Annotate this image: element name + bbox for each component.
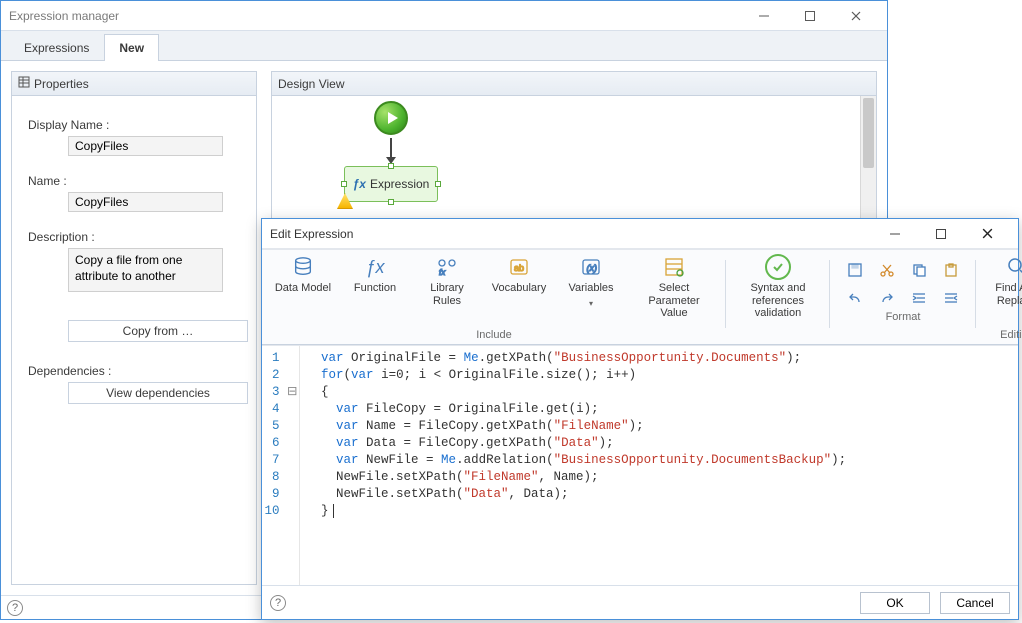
select-parameter-value-button[interactable]: Select Parameter Value [634, 256, 714, 320]
edit-window-title: Edit Expression [270, 227, 872, 241]
variables-button[interactable]: (x) Variables ▾ [562, 256, 620, 308]
cancel-button[interactable]: Cancel [940, 592, 1010, 614]
cut-icon[interactable] [876, 260, 898, 280]
svg-text:fx: fx [439, 268, 446, 277]
edit-close-button[interactable] [964, 219, 1010, 249]
tab-expressions[interactable]: Expressions [9, 34, 104, 61]
chevron-down-icon: ▾ [589, 299, 593, 308]
data-model-button[interactable]: Data Model [274, 256, 332, 295]
save-icon[interactable] [844, 260, 866, 280]
edit-titlebar: Edit Expression [262, 219, 1018, 249]
outer-window-title: Expression manager [9, 9, 741, 23]
minimize-button[interactable] [741, 1, 787, 31]
node-handle-w[interactable] [341, 181, 347, 187]
library-rules-button[interactable]: fx Library Rules [418, 256, 476, 307]
close-button[interactable] [833, 1, 879, 31]
include-caption: Include [476, 328, 511, 342]
node-handle-e[interactable] [435, 181, 441, 187]
edit-help-icon[interactable]: ? [270, 595, 286, 611]
vocabulary-icon: ab [505, 256, 533, 278]
expression-node-label: Expression [370, 177, 429, 191]
ribbon: Data Model ƒx Function fx Library Rules [262, 249, 1018, 345]
parameter-icon [660, 256, 688, 278]
design-view-header: Design View [272, 72, 876, 96]
start-node[interactable] [374, 101, 408, 135]
editing-caption: Editing [1000, 328, 1022, 342]
warning-icon [337, 193, 353, 209]
svg-text:ab: ab [514, 263, 524, 273]
node-handle-n[interactable] [388, 163, 394, 169]
format-caption: Format [886, 310, 921, 324]
check-circle-icon [764, 256, 792, 278]
ribbon-group-include: Data Model ƒx Function fx Library Rules [262, 250, 726, 344]
display-name-input[interactable]: CopyFiles [68, 136, 223, 156]
name-input[interactable]: CopyFiles [68, 192, 223, 212]
tab-new[interactable]: New [104, 34, 159, 61]
variables-icon: (x) [577, 256, 605, 278]
syntax-validation-button[interactable]: Syntax and references validation [738, 256, 818, 320]
ribbon-group-validation: Syntax and references validation [726, 250, 830, 344]
redo-icon[interactable] [876, 288, 898, 308]
description-input[interactable]: Copy a file from one attribute to anothe… [68, 248, 223, 292]
grid-icon [18, 76, 30, 91]
ribbon-group-format: Format [830, 250, 976, 344]
indent-left-icon[interactable] [940, 288, 962, 308]
function-button[interactable]: ƒx Function [346, 256, 404, 295]
help-icon[interactable]: ? [7, 600, 23, 616]
search-icon [1003, 256, 1022, 278]
edit-expression-window: Edit Expression Data Model ƒx [261, 218, 1019, 620]
edit-minimize-button[interactable] [872, 219, 918, 249]
editor-code[interactable]: var OriginalFile = Me.getXPath("Business… [300, 346, 1018, 585]
copy-icon[interactable] [908, 260, 930, 280]
properties-title: Properties [34, 77, 89, 91]
outer-titlebar: Expression manager [1, 1, 887, 31]
library-icon: fx [433, 256, 461, 278]
properties-header: Properties [12, 72, 256, 96]
find-replace-button[interactable]: Find And Replace [988, 256, 1022, 307]
description-label: Description : [28, 230, 240, 244]
dependencies-label: Dependencies : [28, 364, 240, 378]
edit-footer: ? OK Cancel [262, 585, 1018, 619]
fx-icon: ƒx [361, 256, 389, 278]
copy-from-button[interactable]: Copy from … [68, 320, 248, 342]
outer-tabbar: Expressions New [1, 31, 887, 61]
expression-node[interactable]: ƒx Expression [344, 166, 438, 202]
editor-gutter: 1 2 3 ⊟4 5 6 7 8 9 10 [262, 346, 300, 585]
view-dependencies-button[interactable]: View dependencies [68, 382, 248, 404]
display-name-label: Display Name : [28, 118, 240, 132]
maximize-button[interactable] [787, 1, 833, 31]
flow-arrow [390, 138, 392, 162]
node-handle-s[interactable] [388, 199, 394, 205]
code-editor[interactable]: 1 2 3 ⊟4 5 6 7 8 9 10 var OriginalFile =… [262, 345, 1018, 585]
undo-icon[interactable] [844, 288, 866, 308]
name-label: Name : [28, 174, 240, 188]
svg-text:(x): (x) [587, 263, 598, 273]
properties-panel: Properties Display Name : CopyFiles Name… [11, 71, 257, 585]
paste-icon[interactable] [940, 260, 962, 280]
ribbon-group-editing: Find And Replace Editing [976, 250, 1022, 344]
design-view-title: Design View [278, 77, 344, 91]
indent-right-icon[interactable] [908, 288, 930, 308]
vocabulary-button[interactable]: ab Vocabulary [490, 256, 548, 295]
database-icon [289, 256, 317, 278]
play-icon [388, 112, 398, 124]
fx-icon: ƒx [353, 177, 366, 191]
scrollbar-thumb[interactable] [863, 98, 874, 168]
ok-button[interactable]: OK [860, 592, 930, 614]
edit-maximize-button[interactable] [918, 219, 964, 249]
